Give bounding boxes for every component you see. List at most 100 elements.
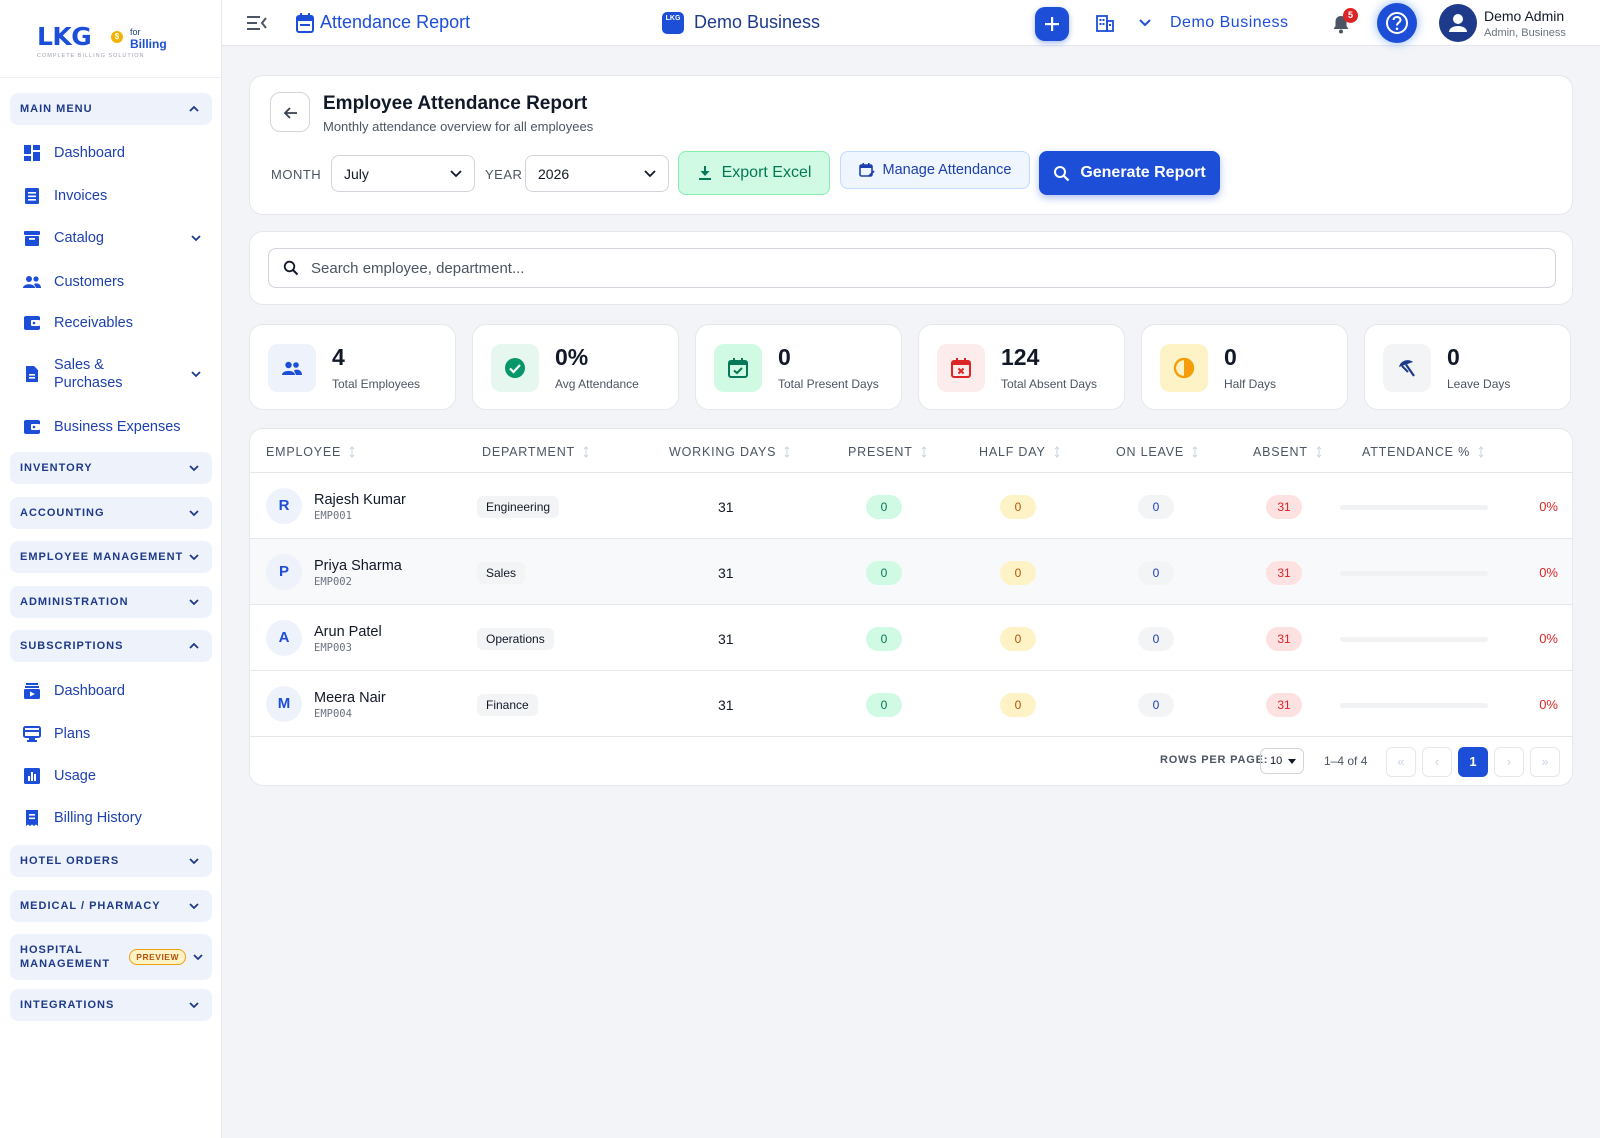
sidebar-item-label: Dashboard bbox=[54, 145, 125, 161]
sidebar-item-label: Dashboard bbox=[54, 683, 125, 699]
sidebar-item-label: Usage bbox=[54, 768, 96, 784]
section-label: SUBSCRIPTIONS bbox=[20, 640, 124, 652]
chevron-down-icon bbox=[189, 858, 199, 865]
table-row[interactable]: P Priya Sharma EMP002 Sales 31 0 0 0 31 … bbox=[250, 539, 1572, 605]
year-select[interactable]: 2026 bbox=[525, 155, 669, 192]
generate-report-label: Generate Report bbox=[1080, 164, 1206, 181]
column-label: PRESENT bbox=[848, 445, 913, 459]
column-attendance-pct[interactable]: ATTENDANCE % bbox=[1362, 445, 1484, 459]
sort-icon bbox=[921, 446, 926, 458]
help-button[interactable] bbox=[1377, 3, 1417, 43]
check-circle-icon bbox=[505, 358, 525, 378]
sidebar-item-business-expenses[interactable]: Business Expenses bbox=[22, 417, 212, 437]
add-button[interactable] bbox=[1035, 7, 1069, 41]
column-present[interactable]: PRESENT bbox=[848, 445, 927, 459]
attendance-percent: 0% bbox=[1539, 499, 1558, 514]
sidebar-item-billing-history[interactable]: Billing History bbox=[22, 808, 212, 828]
search-icon bbox=[1054, 165, 1070, 181]
sort-icon bbox=[349, 446, 355, 458]
column-half-day[interactable]: HALF DAY bbox=[979, 445, 1060, 459]
section-administration[interactable]: ADMINISTRATION bbox=[10, 586, 212, 618]
column-absent[interactable]: ABSENT bbox=[1253, 445, 1322, 459]
user-name[interactable]: Demo Admin bbox=[1484, 8, 1564, 24]
search-input[interactable] bbox=[311, 259, 1555, 277]
first-page-button[interactable]: « bbox=[1386, 747, 1416, 777]
section-medical-pharmacy[interactable]: MEDICAL / PHARMACY bbox=[10, 890, 212, 922]
avatar[interactable] bbox=[1439, 4, 1477, 42]
stat-card-leave-days: 0 Leave Days bbox=[1364, 324, 1571, 410]
prev-page-button[interactable]: ‹ bbox=[1422, 747, 1452, 777]
column-working-days[interactable]: WORKING DAYS bbox=[669, 445, 790, 459]
stat-value: 124 bbox=[1001, 344, 1040, 370]
sidebar-item-subscription-dashboard[interactable]: Dashboard bbox=[22, 681, 212, 701]
last-page-button[interactable]: » bbox=[1530, 747, 1560, 777]
working-days: 31 bbox=[718, 631, 734, 647]
table-row[interactable]: R Rajesh Kumar EMP001 Engineering 31 0 0… bbox=[250, 473, 1572, 539]
rows-per-page-select[interactable]: 10 bbox=[1260, 748, 1304, 774]
business-selector[interactable]: Demo Business bbox=[1170, 14, 1289, 32]
sidebar-item-label: Customers bbox=[54, 274, 125, 290]
section-label: ACCOUNTING bbox=[20, 507, 105, 519]
search-field[interactable] bbox=[268, 248, 1556, 288]
brand-logo[interactable]: LKG $ for Billing COMPLETE BILLING SOLUT… bbox=[0, 0, 221, 78]
sidebar-item-plans[interactable]: Plans bbox=[22, 724, 212, 744]
export-excel-button[interactable]: Export Excel bbox=[678, 151, 830, 195]
employee-code: EMP001 bbox=[314, 510, 352, 522]
section-label: MEDICAL / PHARMACY bbox=[20, 900, 161, 912]
section-subscriptions[interactable]: SUBSCRIPTIONS bbox=[10, 630, 212, 662]
employee-avatar: P bbox=[266, 554, 302, 590]
stat-icon-box bbox=[937, 344, 985, 392]
manage-attendance-button[interactable]: Manage Attendance bbox=[840, 151, 1030, 189]
page-1-button[interactable]: 1 bbox=[1458, 747, 1488, 777]
chevron-up-icon bbox=[189, 105, 199, 112]
section-integrations[interactable]: INTEGRATIONS bbox=[10, 989, 212, 1021]
on-leave-pill: 0 bbox=[1138, 561, 1174, 585]
sidebar-item-catalog[interactable]: Catalog bbox=[22, 228, 212, 248]
sidebar-item-invoices[interactable]: Invoices bbox=[22, 186, 212, 206]
stat-icon-box bbox=[714, 344, 762, 392]
export-excel-label: Export Excel bbox=[721, 164, 812, 181]
absent-pill: 31 bbox=[1266, 693, 1302, 717]
logo-text: LKG bbox=[37, 22, 92, 51]
sidebar-item-label: Plans bbox=[54, 726, 91, 742]
sidebar-item-label-line2: Purchases bbox=[54, 375, 123, 391]
stat-value: 0% bbox=[555, 344, 589, 370]
sidebar-item-usage[interactable]: Usage bbox=[22, 766, 212, 786]
chevron-down-icon[interactable] bbox=[1139, 18, 1151, 28]
section-main-menu[interactable]: MAIN MENU bbox=[10, 93, 212, 125]
table-row[interactable]: M Meera Nair EMP004 Finance 31 0 0 0 31 … bbox=[250, 671, 1572, 737]
department-chip: Engineering bbox=[477, 496, 560, 518]
section-employee-management[interactable]: EMPLOYEE MANAGEMENT bbox=[10, 541, 212, 573]
catalog-icon bbox=[24, 231, 40, 246]
sidebar-item-sales-purchases[interactable]: Sales & Purchases bbox=[22, 356, 212, 392]
sidebar-item-receivables[interactable]: Receivables bbox=[22, 313, 212, 333]
menu-collapse-icon[interactable] bbox=[247, 15, 267, 31]
table-row[interactable]: A Arun Patel EMP003 Operations 31 0 0 0 … bbox=[250, 605, 1572, 671]
column-employee[interactable]: EMPLOYEE bbox=[266, 445, 355, 459]
section-hospital-management[interactable]: HOSPITAL MANAGEMENT PREVIEW bbox=[10, 934, 212, 980]
section-inventory[interactable]: INVENTORY bbox=[10, 452, 212, 484]
half-day-pill: 0 bbox=[1000, 561, 1036, 585]
generate-report-button[interactable]: Generate Report bbox=[1039, 151, 1220, 195]
section-accounting[interactable]: ACCOUNTING bbox=[10, 497, 212, 529]
attendance-bar bbox=[1340, 703, 1488, 708]
table-header: EMPLOYEE DEPARTMENT WORKING DAYS PRESENT… bbox=[250, 429, 1572, 473]
employee-avatar: R bbox=[266, 488, 302, 524]
section-label: ADMINISTRATION bbox=[20, 596, 129, 608]
back-button[interactable] bbox=[270, 92, 310, 132]
month-select[interactable]: July bbox=[331, 155, 475, 192]
on-leave-pill: 0 bbox=[1138, 495, 1174, 519]
stat-value: 0 bbox=[1224, 344, 1237, 370]
column-department[interactable]: DEPARTMENT bbox=[482, 445, 589, 459]
next-page-button[interactable]: › bbox=[1494, 747, 1524, 777]
working-days: 31 bbox=[718, 565, 734, 581]
month-value: July bbox=[344, 165, 369, 182]
column-on-leave[interactable]: ON LEAVE bbox=[1116, 445, 1198, 459]
section-hotel-orders[interactable]: HOTEL ORDERS bbox=[10, 845, 212, 877]
sidebar-item-customers[interactable]: Customers bbox=[22, 272, 212, 292]
present-pill: 0 bbox=[866, 693, 902, 717]
sidebar-item-dashboard[interactable]: Dashboard bbox=[22, 143, 212, 163]
search-icon bbox=[283, 260, 299, 276]
attendance-bar bbox=[1340, 571, 1488, 576]
stat-card-total-absent-days: 124 Total Absent Days bbox=[918, 324, 1125, 410]
